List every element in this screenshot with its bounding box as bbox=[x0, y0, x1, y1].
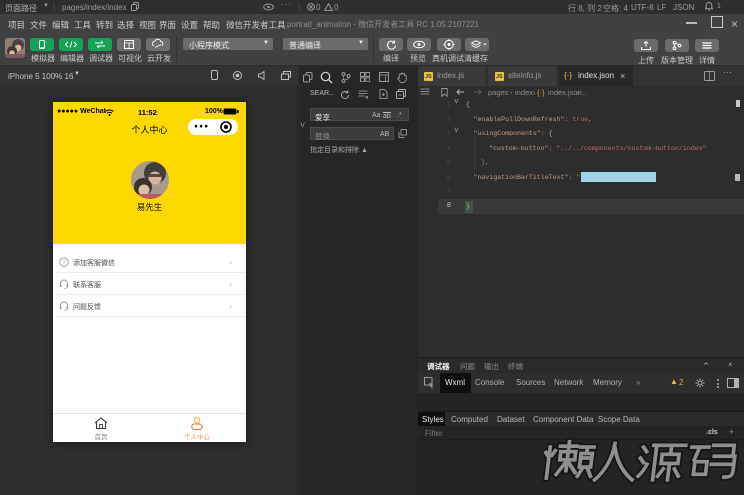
svg-text:?: ? bbox=[62, 260, 66, 266]
